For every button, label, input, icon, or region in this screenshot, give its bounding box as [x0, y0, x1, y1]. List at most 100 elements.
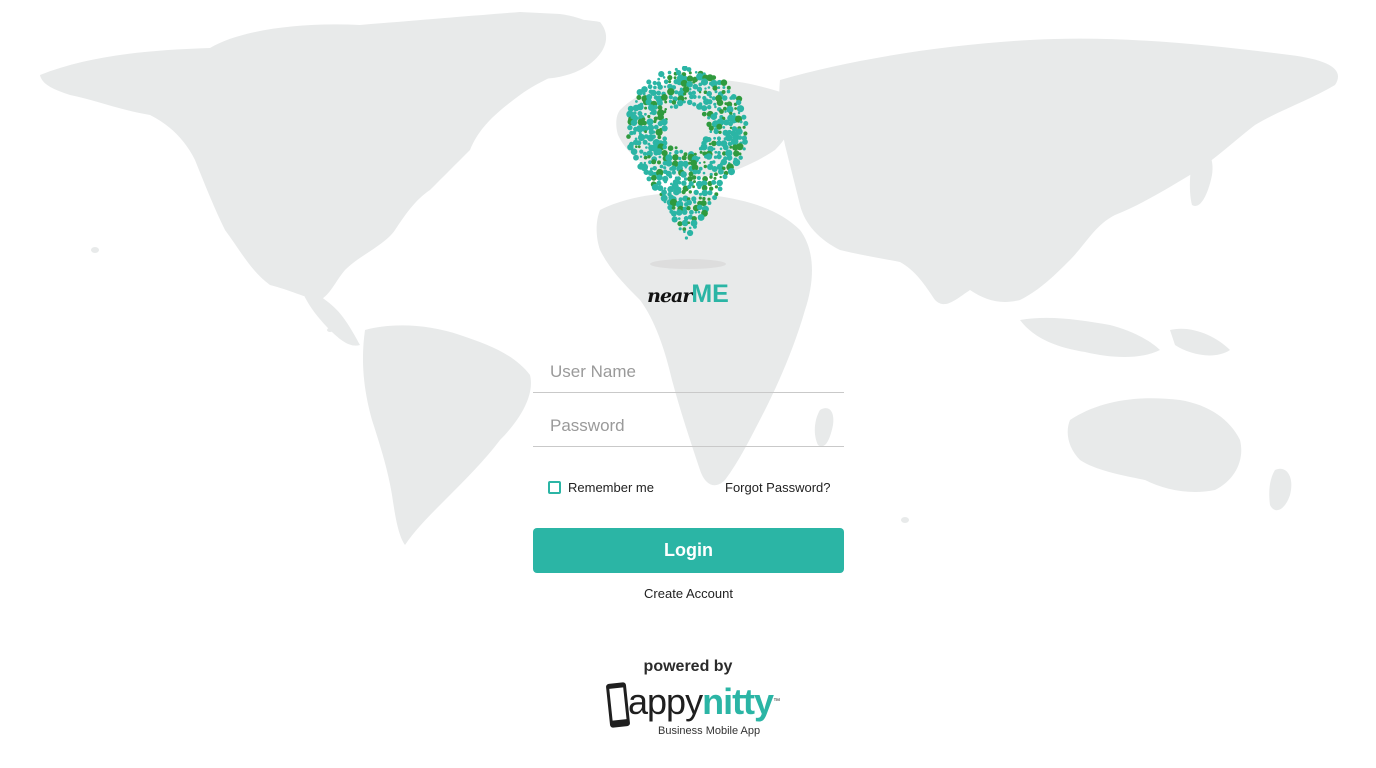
pin-dot — [669, 105, 673, 109]
pin-dot — [702, 196, 706, 201]
pin-dot — [626, 134, 631, 139]
pin-dot — [696, 169, 701, 175]
pin-dot — [708, 142, 712, 146]
pin-dot — [642, 120, 647, 126]
pin-dot — [701, 105, 708, 112]
forgot-password-link[interactable]: Forgot Password? — [725, 480, 831, 495]
pin-dot — [684, 97, 687, 100]
pin-dot — [652, 80, 657, 86]
pin-dot — [716, 99, 724, 106]
pin-dot — [716, 123, 723, 130]
pin-dot — [707, 116, 711, 120]
pin-dot — [639, 155, 643, 158]
pin-dot — [683, 177, 688, 181]
company-tagline: Business Mobile App — [658, 725, 761, 737]
username-input[interactable] — [533, 351, 844, 393]
pin-dot — [726, 154, 733, 161]
pin-dot — [663, 110, 667, 114]
pin-dot — [720, 79, 728, 86]
pin-dot — [688, 226, 692, 230]
pin-dot — [671, 206, 676, 210]
pin-dot — [722, 86, 726, 89]
password-input[interactable] — [533, 405, 844, 447]
pin-dot — [687, 99, 693, 105]
pin-dot — [658, 155, 662, 159]
pin-dot — [714, 105, 717, 109]
pin-dot — [645, 146, 648, 149]
pin-dot — [691, 175, 697, 180]
pin-dot — [737, 135, 743, 140]
pin-dot — [713, 102, 717, 106]
pin-dot — [726, 105, 734, 113]
pin-dot — [735, 99, 742, 106]
pin-dot — [694, 71, 698, 74]
pin-dot — [663, 179, 668, 184]
checkbox-icon[interactable] — [548, 481, 561, 494]
pin-dot — [653, 85, 657, 90]
pin-dot — [713, 128, 719, 135]
pin-dot — [724, 110, 727, 113]
pin-dot — [705, 153, 713, 160]
trademark-symbol: ™ — [773, 698, 781, 705]
pin-dot — [701, 189, 709, 197]
pin-dot — [661, 189, 667, 196]
pin-dot — [660, 118, 668, 126]
pin-dot — [719, 147, 723, 151]
company-name-nitty: nitty — [702, 681, 774, 722]
pin-dot — [636, 89, 643, 96]
pin-dot — [657, 77, 661, 81]
login-page: nearME Remember me Forgot Password? Logi… — [0, 0, 1376, 768]
pin-dot — [678, 217, 681, 220]
pin-dot — [633, 111, 637, 115]
pin-dot — [712, 195, 718, 201]
pin-dot — [672, 154, 679, 161]
pin-dot — [657, 160, 661, 165]
pin-dot — [647, 114, 651, 119]
pin-dot — [683, 230, 686, 233]
login-button[interactable]: Login — [533, 528, 844, 573]
pin-dot — [702, 171, 706, 175]
pin-dot — [635, 100, 638, 103]
pin-dot — [693, 200, 697, 204]
pin-dot — [714, 172, 718, 177]
pin-dot — [686, 75, 694, 82]
pin-dot — [659, 164, 664, 169]
pin-dot — [738, 152, 742, 156]
pin-dot — [699, 150, 703, 154]
pin-dot — [667, 70, 672, 75]
pin-dot — [726, 85, 731, 90]
pin-dot — [647, 84, 653, 90]
pin-dot — [670, 210, 677, 217]
pin-dot — [694, 211, 698, 214]
pin-dot — [668, 95, 673, 100]
pin-dot — [711, 166, 718, 172]
pin-dot — [716, 154, 722, 160]
pin-dot — [646, 176, 652, 182]
pin-dot — [732, 112, 736, 116]
pin-dot — [684, 236, 688, 240]
pin-dot — [637, 133, 646, 142]
pin-dot — [729, 145, 733, 149]
pin-dot — [706, 137, 712, 142]
pin-dot — [668, 174, 673, 179]
pin-dot — [708, 125, 714, 131]
appynitty-logo: appynitty™ Business Mobile App — [606, 680, 780, 742]
pin-dot — [644, 130, 647, 134]
pin-dot — [652, 166, 657, 171]
pin-dot — [663, 79, 669, 85]
pin-dot — [706, 90, 712, 97]
pin-dot — [677, 190, 682, 194]
pin-dot — [681, 209, 688, 215]
remember-me-checkbox[interactable]: Remember me — [548, 480, 654, 495]
create-account-link[interactable]: Create Account — [533, 586, 844, 601]
pin-dot — [697, 214, 705, 221]
pin-dot — [727, 168, 735, 176]
pin-dot — [670, 165, 677, 172]
pin-dot — [682, 100, 686, 104]
pin-dot — [643, 155, 648, 160]
pin-dot — [691, 196, 697, 202]
pin-dot — [707, 190, 713, 196]
pin-dot — [714, 90, 718, 94]
pin-dot — [677, 99, 684, 107]
pin-dot — [674, 146, 678, 150]
